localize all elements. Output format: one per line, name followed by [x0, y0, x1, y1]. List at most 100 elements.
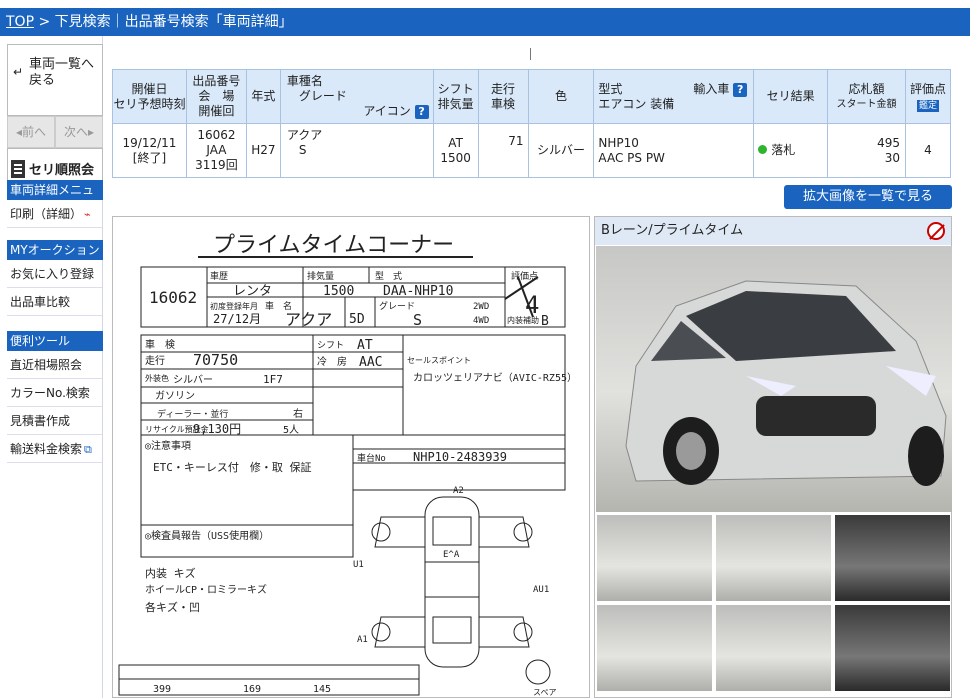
sheet-map-ea: E^A [443, 550, 460, 560]
h-lot-3: 開催回 [198, 104, 235, 118]
sold-status-icon [758, 145, 768, 154]
sidebar: ↵ 車両一覧へ 戻る ◂前へ 次へ▸ セリ順照会 ⧉ 車両詳細メニュー 印刷（詳… [7, 36, 103, 698]
sheet-shift-label: シフト [317, 341, 344, 351]
sheet-color-label: 外装色 [145, 373, 169, 383]
back-label-line2: 戻る [29, 73, 56, 88]
sheet-map-a2: A2 [453, 486, 464, 496]
auction-sheet-image[interactable]: プライムタイムコーナー 16062 車歴 レンタ 排気量 1500 型 式 DA… [112, 216, 590, 698]
seri-order-label: セリ順照会 [29, 163, 95, 178]
thumbnail-photo[interactable] [834, 514, 951, 602]
h-mileage-2: 車検 [491, 96, 516, 111]
h-date-1: 開催日 [131, 81, 168, 96]
sheet-chassis-label: 車台No [357, 452, 386, 464]
sheet-history: レンタ [233, 284, 272, 299]
thumbnail-photo[interactable] [596, 514, 713, 602]
sheet-report-3: 各キズ・凹 [145, 600, 200, 614]
sheet-2wd: 2WD [473, 302, 489, 312]
no-camera-icon[interactable] [927, 222, 945, 240]
col-score: 評価点 鑑定 [904, 69, 952, 124]
h-import: 輸入車 [693, 81, 730, 96]
print-detail-label: 印刷（詳細） [10, 207, 83, 221]
sheet-seats: 5人 [283, 424, 299, 436]
h-shift-2: 排気量 [437, 96, 474, 111]
next-button[interactable]: 次へ▸ [55, 116, 103, 148]
shipping-fee-link[interactable]: 輸送料金検索 ⧉ [7, 435, 103, 463]
h-price-1: 応札額 [848, 81, 885, 96]
h-name-3: アイコン [363, 104, 411, 118]
thumbnail-photo[interactable] [834, 604, 951, 692]
breadcrumb-current: 下見検索｜出品番号検索「車両詳細」 [54, 14, 293, 30]
sheet-reg-label: 初度登録年月 [210, 301, 258, 311]
main-car-photo[interactable] [596, 246, 952, 512]
back-to-list-button[interactable]: ↵ 車両一覧へ 戻る [7, 44, 103, 116]
sheet-disp: 1500 [323, 284, 354, 299]
col-lot: 出品番号会 場開催回 [185, 69, 247, 124]
date-value: 19/12/11 [122, 135, 177, 150]
sheet-handle: 右 [293, 407, 303, 420]
cell-score: 4 [904, 123, 952, 178]
sheet-report-1: 内装 キズ [145, 566, 196, 580]
sheet-size-h: 145 [313, 684, 331, 695]
thumbnail-photo[interactable] [715, 514, 832, 602]
print-detail-link[interactable]: 印刷（詳細） ⌁ [7, 200, 103, 228]
col-date: 開催日 セリ予想時刻 [112, 69, 187, 124]
h-lot-1: 出品番号 [192, 74, 241, 88]
cell-result: 落札 [753, 123, 829, 178]
help-icon[interactable]: ? [733, 82, 748, 97]
col-mileage: 走行 車検 [477, 69, 529, 124]
h-score: 評価点 [909, 81, 946, 96]
tools-heading: 便利ツール [7, 331, 103, 351]
external-window-icon: ⧉ [84, 443, 92, 456]
sheet-4wd: 4WD [473, 316, 489, 326]
cell-price: 495 30 [827, 123, 906, 178]
sheet-recycle: 9,130円 [193, 422, 241, 436]
document-icon [11, 160, 25, 178]
h-date-2: セリ予想時刻 [113, 96, 186, 111]
thumbnail-photo[interactable] [715, 604, 832, 692]
h-name-2: グレード [298, 89, 347, 103]
cell-color: シルバー [527, 123, 595, 178]
compare-link[interactable]: 出品車比較 [7, 288, 103, 316]
cell-shift: AT 1500 [432, 123, 479, 178]
cell-lot: 16062 JAA 3119回 [185, 123, 247, 178]
add-favorite-link[interactable]: お気に入り登録 [7, 260, 103, 288]
h-mileage-1: 走行 [491, 81, 516, 96]
sheet-title: プライムタイムコーナー [213, 233, 454, 258]
return-arrow-icon: ↵ [13, 65, 24, 79]
cell-year: H27 [245, 123, 281, 178]
color-search-link[interactable]: カラーNo.検索 [7, 379, 103, 407]
sheet-dealer: ディーラー・並行 [157, 408, 228, 420]
h-shift-1: シフト [437, 81, 474, 96]
sheet-shift: AT [357, 338, 373, 353]
car-illustration [625, 280, 947, 486]
result-value: 落札 [771, 143, 796, 157]
sheet-notes: ETC・キーレス付 修・取 保証 [153, 460, 312, 474]
breadcrumb-separator: > [38, 14, 51, 30]
sheet-size-w: 169 [243, 684, 261, 695]
status-value: [終了] [132, 150, 167, 165]
h-model-2: エアコン 装備 [598, 96, 675, 111]
cell-date: 19/12/11 [終了] [112, 123, 187, 178]
sheet-lot: 16062 [149, 288, 197, 307]
sheet-points: カロッツェリアナビ（AVIC-RZ55） [413, 372, 577, 384]
col-price: 応札額 スタート金額 [827, 69, 906, 124]
sheet-model: DAA-NHP10 [383, 284, 453, 299]
start-price-value: 30 [884, 150, 900, 165]
estimate-link[interactable]: 見積書作成 [7, 407, 103, 435]
market-price-link[interactable]: 直近相場照会 [7, 351, 103, 379]
table-row: 19/12/11 [終了] 16062 JAA 3119回 H27 アクア S AT 15… [112, 123, 952, 178]
bid-value: 495 [877, 135, 900, 150]
breadcrumb-top-link[interactable]: TOP [6, 14, 34, 30]
sheet-doors: 5D [349, 312, 365, 327]
prev-button[interactable]: ◂前へ [7, 116, 55, 148]
sheet-fuel: ガソリン [155, 390, 195, 402]
thumbnail-photo[interactable] [596, 604, 713, 692]
grade-value: S [298, 143, 307, 157]
help-icon[interactable]: ? [414, 105, 429, 119]
col-name: 車種名 グレード アイコン ? [279, 69, 434, 124]
vehicle-info-table: 開催日 セリ予想時刻 出品番号会 場開催回 年式 車種名 グレード アイコン ? … [112, 69, 952, 178]
sheet-reg: 27/12月 [213, 312, 261, 326]
col-year: 年式 [245, 69, 281, 124]
equipment-value: AAC PS PW [598, 150, 665, 165]
expand-images-button[interactable]: 拡大画像を一覧で見る [784, 185, 952, 209]
